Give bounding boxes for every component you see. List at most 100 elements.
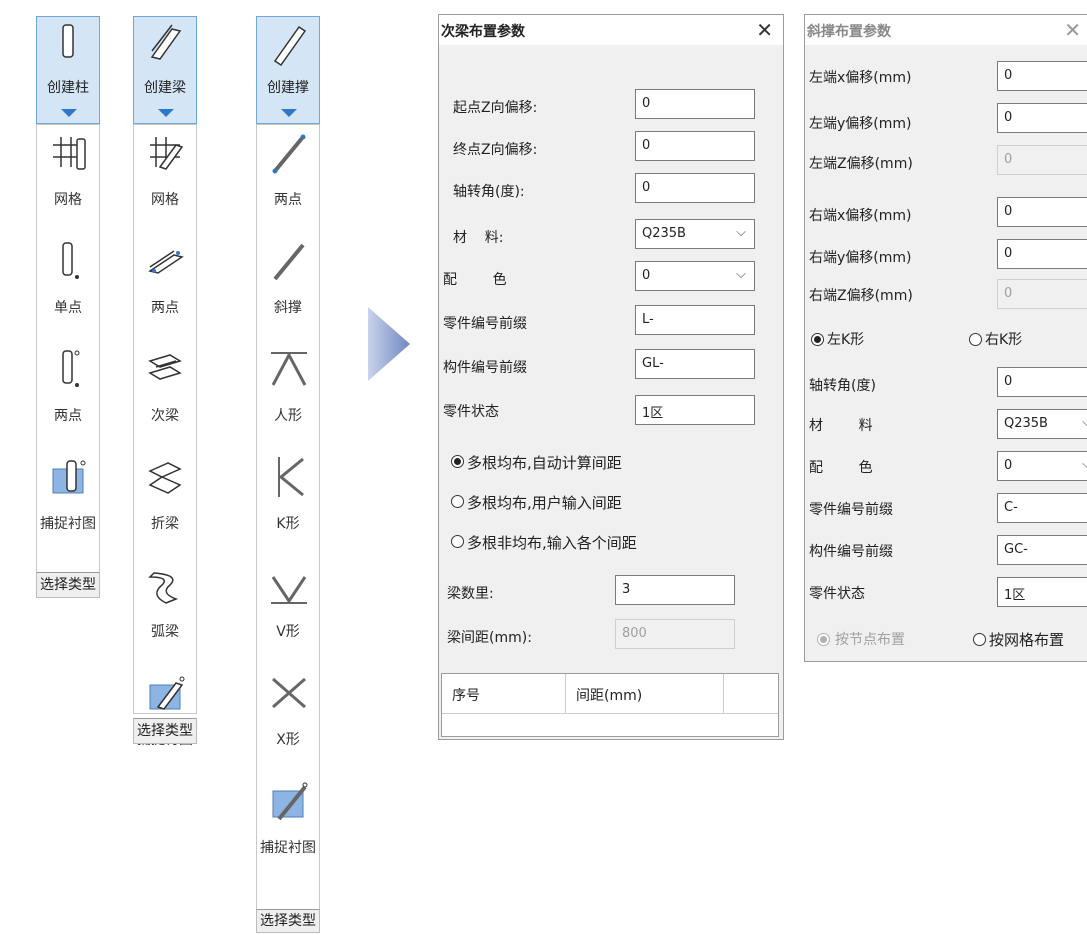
menu-item-brace-two-point[interactable]: 两点 xyxy=(257,125,319,233)
radio-by-grid-label: 按网格布置 xyxy=(989,631,1065,649)
chevron-down-icon[interactable] xyxy=(281,109,297,117)
menu-item-column-two-point[interactable]: 两点 xyxy=(37,341,99,449)
end-z-offset-input[interactable]: 0 xyxy=(635,131,755,161)
material-select[interactable]: Q235B ⌵ xyxy=(997,409,1087,439)
radio-by-grid[interactable] xyxy=(973,633,986,646)
part-prefix-input[interactable]: C- xyxy=(997,493,1087,523)
menu-item-label: 网格 xyxy=(54,192,82,208)
part-prefix-input[interactable]: L- xyxy=(635,305,755,335)
right-x-offset-input[interactable]: 0 xyxy=(997,197,1087,227)
menu-item-label: V形 xyxy=(276,624,300,640)
left-x-offset-input[interactable]: 0 xyxy=(997,61,1087,91)
menu-item-k-brace[interactable]: K形 xyxy=(257,449,319,557)
color-select[interactable]: 0 ⌵ xyxy=(997,451,1087,481)
menu-item-label: 弧梁 xyxy=(151,624,179,640)
beam-spacing-input[interactable]: 800 xyxy=(615,619,735,649)
table-header-spacing[interactable]: 间距(mm) xyxy=(566,674,724,714)
left-z-offset-input[interactable]: 0 xyxy=(997,145,1087,175)
part-status-input[interactable]: 1区 xyxy=(997,577,1087,607)
dialog-titlebar: 斜撑布置参数 ✕ xyxy=(805,15,1087,45)
material-label: 材 料 xyxy=(809,418,873,434)
menu-item-beam-two-point[interactable]: 两点 xyxy=(134,233,196,341)
snap-underlay-icon xyxy=(149,676,185,710)
dialog-title: 次梁布置参数 xyxy=(441,24,525,40)
end-z-offset-label: 终点Z向偏移: xyxy=(453,142,538,158)
chevron-down-icon[interactable] xyxy=(158,109,174,117)
menu-item-v-brace[interactable]: V形 xyxy=(257,557,319,665)
menu-item-label: 人形 xyxy=(274,408,302,424)
menu-item-snap-underlay[interactable]: 捕捉衬图 xyxy=(257,773,319,881)
left-y-offset-input[interactable]: 0 xyxy=(997,103,1087,133)
rotation-input[interactable]: 0 xyxy=(997,367,1087,397)
create-beam-button[interactable]: 创建梁 xyxy=(133,16,197,124)
create-brace-label: 创建撑 xyxy=(267,80,309,96)
dialog-title: 斜撑布置参数 xyxy=(807,24,891,40)
snap-underlay-icon xyxy=(52,460,86,494)
part-status-input[interactable]: 1区 xyxy=(635,395,755,425)
radio-right-k-label: 右K形 xyxy=(985,332,1023,348)
member-prefix-input[interactable]: GC- xyxy=(997,535,1087,565)
select-type-footer: 选择类型 xyxy=(36,572,100,598)
menu-item-inverted-v-brace[interactable]: 人形 xyxy=(257,341,319,449)
column-grid-icon xyxy=(53,137,86,170)
spacing-table: 序号 间距(mm) xyxy=(441,673,779,737)
left-y-offset-label: 左端y偏移(mm) xyxy=(809,116,912,132)
chevron-down-icon: ⌵ xyxy=(1082,415,1087,430)
radio-left-k[interactable] xyxy=(811,333,824,346)
close-icon[interactable]: ✕ xyxy=(1064,18,1081,42)
menu-item-label: 次梁 xyxy=(151,408,179,424)
radio-auto-spacing-label: 多根均布,自动计算间距 xyxy=(467,454,622,472)
start-z-offset-label: 起点Z向偏移: xyxy=(453,100,538,116)
rotation-input[interactable]: 0 xyxy=(635,173,755,203)
part-prefix-label: 零件编号前缀 xyxy=(443,316,527,332)
right-y-offset-input[interactable]: 0 xyxy=(997,239,1087,269)
color-value: 0 xyxy=(642,268,651,283)
menu-item-folded-beam[interactable]: 折梁 xyxy=(134,449,196,557)
radio-right-k[interactable] xyxy=(969,333,982,346)
secondary-beam-dialog: 次梁布置参数 ✕ 起点Z向偏移: 0 终点Z向偏移: 0 轴转角(度): 0 材… xyxy=(438,14,784,740)
radio-uneven-spacing[interactable] xyxy=(451,535,464,548)
radio-user-spacing[interactable] xyxy=(451,495,464,508)
right-z-offset-input[interactable]: 0 xyxy=(997,279,1087,309)
beam-type-menu: 网格 两点 次梁 折梁 弧梁 捕 xyxy=(133,124,197,748)
diagonal-brace-icon xyxy=(273,243,305,281)
beam-count-label: 梁数里: xyxy=(447,586,494,602)
select-type-footer: 选择类型 xyxy=(133,718,197,744)
start-z-offset-input[interactable]: 0 xyxy=(635,89,755,119)
material-value: Q235B xyxy=(1004,416,1048,431)
table-header-extra[interactable] xyxy=(724,674,778,714)
menu-item-diagonal-brace[interactable]: 斜撑 xyxy=(257,233,319,341)
menu-item-column-grid[interactable]: 网格 xyxy=(37,125,99,233)
k-brace-icon xyxy=(278,457,304,497)
create-brace-button[interactable]: 创建撑 xyxy=(256,16,320,124)
menu-item-beam-grid[interactable]: 网格 xyxy=(134,125,196,233)
brace-two-point-icon xyxy=(272,134,306,174)
left-z-offset-label: 左端Z偏移(mm) xyxy=(809,156,913,172)
menu-item-snap-underlay[interactable]: 捕捉衬图 xyxy=(37,449,99,557)
menu-item-column-single-point[interactable]: 单点 xyxy=(37,233,99,341)
v-brace-icon xyxy=(271,576,307,604)
menu-item-label: 折梁 xyxy=(151,516,179,532)
beam-count-input[interactable]: 3 xyxy=(615,575,735,605)
menu-item-secondary-beam[interactable]: 次梁 xyxy=(134,341,196,449)
color-select[interactable]: 0 ⌵ xyxy=(635,261,755,291)
brace-dialog: 斜撑布置参数 ✕ 左端x偏移(mm) 0 左端y偏移(mm) 0 左端Z偏移(m… xyxy=(804,14,1087,662)
material-select[interactable]: Q235B ⌵ xyxy=(635,219,755,249)
member-prefix-input[interactable]: GL- xyxy=(635,349,755,379)
menu-item-label: 单点 xyxy=(54,300,82,316)
menu-item-arc-beam[interactable]: 弧梁 xyxy=(134,557,196,665)
arc-beam-icon xyxy=(148,572,179,604)
member-prefix-label: 构件编号前缀 xyxy=(443,360,527,376)
chevron-down-icon[interactable] xyxy=(61,109,77,117)
close-icon[interactable]: ✕ xyxy=(756,18,773,42)
inverted-v-brace-icon xyxy=(271,351,307,386)
table-header-index[interactable]: 序号 xyxy=(442,674,566,714)
radio-by-node[interactable] xyxy=(817,633,830,646)
transition-arrow-icon xyxy=(368,307,410,381)
snap-underlay-icon xyxy=(272,782,308,821)
create-column-button[interactable]: 创建柱 xyxy=(36,16,100,124)
menu-item-label: 两点 xyxy=(274,192,302,208)
material-value: Q235B xyxy=(642,226,686,241)
radio-auto-spacing[interactable] xyxy=(451,455,464,468)
menu-item-x-brace[interactable]: X形 xyxy=(257,665,319,773)
